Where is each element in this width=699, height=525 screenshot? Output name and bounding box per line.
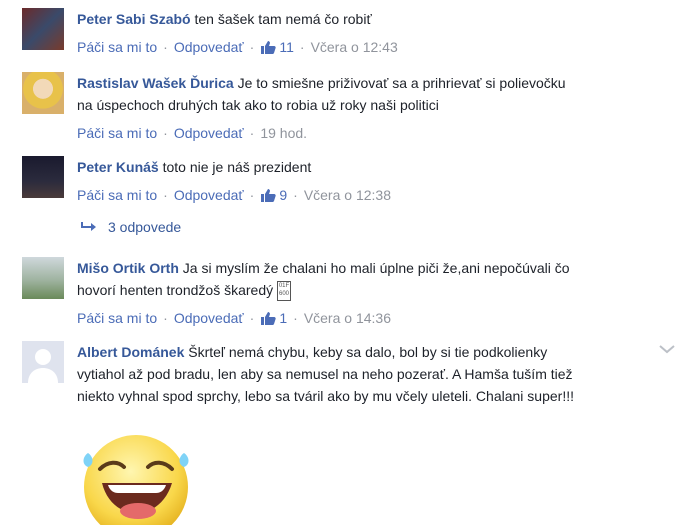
thumbs-up-icon xyxy=(261,41,277,54)
comment-actions: Páči sa mi to · Odpovedať · 9 · Včera o 12:38 xyxy=(77,187,391,203)
comment-timestamp[interactable]: 19 hod. xyxy=(260,125,307,141)
comment-text: Ja si myslím že chalani ho mali úplne pi… xyxy=(182,260,570,276)
avatar[interactable] xyxy=(22,72,64,114)
comment-text: toto nie je náš prezident xyxy=(162,159,312,175)
like-count[interactable]: 1 xyxy=(260,310,287,326)
comment-author[interactable]: Mišo Ortik Orth xyxy=(77,260,179,276)
avatar[interactable] xyxy=(22,257,64,299)
comment-timestamp[interactable]: Včera o 14:36 xyxy=(304,310,391,326)
comment-text: Škrteľ nemá chybu, keby sa dalo, bol by … xyxy=(188,344,548,360)
replies-count-label: 3 odpovede xyxy=(108,219,182,235)
reply-button[interactable]: Odpovedať xyxy=(174,125,244,141)
like-button[interactable]: Páči sa mi to xyxy=(77,39,157,55)
view-replies-link[interactable]: 3 odpovede xyxy=(80,217,181,237)
thumbs-up-icon xyxy=(261,189,277,202)
avatar[interactable] xyxy=(22,8,64,50)
chevron-down-icon[interactable] xyxy=(658,343,676,355)
comment-timestamp[interactable]: Včera o 12:43 xyxy=(311,39,398,55)
comment-text: hovorí henten trondžoš škaredý xyxy=(77,282,274,298)
like-button[interactable]: Páči sa mi to xyxy=(77,187,157,203)
comment-text: vytiahol až pod bradu, len aby sa nemuse… xyxy=(77,366,573,382)
avatar[interactable] xyxy=(22,341,64,383)
comment-author[interactable]: Albert Dománek xyxy=(77,344,184,360)
comment-actions: Páči sa mi to · Odpovedať · 11 · Včera o 12:43 xyxy=(77,39,398,55)
reply-button[interactable]: Odpovedať xyxy=(174,39,244,55)
like-count[interactable]: 9 xyxy=(260,187,287,203)
comment-text: Je to smiešne priživovať sa a prihrievať… xyxy=(237,75,566,91)
comment-text: niekto vyhnal spod sprchy, lebo sa tvári… xyxy=(77,388,574,404)
comment-author[interactable]: Rastislav Wašek Ďurica xyxy=(77,75,234,91)
comment-text: ten šašek tam nemá čo robiť xyxy=(194,11,372,27)
like-button[interactable]: Páči sa mi to xyxy=(77,125,157,141)
reply-arrow-icon xyxy=(81,222,96,231)
like-count[interactable]: 11 xyxy=(260,39,294,55)
comment-author[interactable]: Peter Sabi Szabó xyxy=(77,11,191,27)
comment-timestamp[interactable]: Včera o 12:38 xyxy=(304,187,391,203)
avatar[interactable] xyxy=(22,156,64,198)
comment-text: na úspechoch druhých tak ako to robia už… xyxy=(77,97,439,113)
missing-emoji-glyph-icon: 01F 600 xyxy=(277,281,292,302)
like-button[interactable]: Páči sa mi to xyxy=(77,310,157,326)
reply-button[interactable]: Odpovedať xyxy=(174,187,244,203)
default-avatar-icon xyxy=(28,349,58,383)
comment-author[interactable]: Peter Kunáš xyxy=(77,159,159,175)
comment-actions: Páči sa mi to · Odpovedať · 1 · Včera o 14:36 xyxy=(77,310,391,327)
thumbs-up-icon xyxy=(261,312,277,326)
laughing-tears-emoji-icon xyxy=(83,435,189,525)
comment-actions: Páči sa mi to · Odpovedať · 19 hod. xyxy=(77,125,308,141)
reply-button[interactable]: Odpovedať xyxy=(174,310,244,326)
